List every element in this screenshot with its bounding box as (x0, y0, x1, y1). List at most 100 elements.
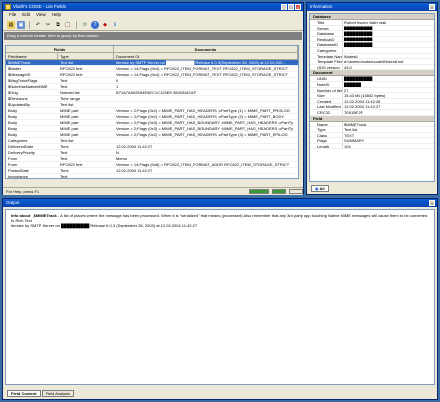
refresh-icon[interactable]: ⟳ (81, 21, 89, 29)
bookmark-icon[interactable]: ◆ (101, 21, 109, 29)
main-titlebar[interactable]: Vlaith's CODE - List Fields _ □ × (3, 3, 303, 11)
copy-icon[interactable]: ⧉ (54, 21, 62, 29)
property-key: Length (317, 143, 330, 149)
fields-grid: Fields Documents Fieldname Type Document… (5, 45, 299, 179)
open-icon[interactable]: ▤ (7, 20, 15, 29)
menu-view[interactable]: View (36, 11, 46, 19)
property-key: Template Filename (317, 59, 342, 64)
property-key: Server (317, 25, 329, 31)
property-value: ██████████ (342, 36, 434, 42)
cell-value (114, 102, 298, 107)
tab-field-analysis[interactable]: Field Analysis (41, 390, 75, 397)
property-value: 12.02.2004 11:42:26 (342, 98, 434, 104)
main-status-area: For Help, press F1 (2, 180, 304, 195)
cell-type: Text (60, 156, 68, 161)
tab-field-content[interactable]: Field Content (7, 390, 41, 397)
property-value: d:\domino\notes\code\iNotes6.nsf (342, 59, 434, 64)
cell-fieldname: $MsgTrackFlags (8, 78, 38, 83)
info-close-button[interactable]: × (429, 4, 435, 10)
group-by-bar[interactable]: Drag a column header here to group by th… (4, 32, 302, 40)
output-line2: Itemize by SMTP Server on ██████████ Rel… (11, 223, 198, 228)
app-icon (5, 4, 11, 10)
cell-fieldname: DeliveryPriority (8, 150, 35, 155)
cell-value: Version = 2;Flags (0x3) = MIME_PART_HAS_… (116, 126, 293, 131)
info-property-grid: Database Title Robert Ilsoen Vaith mail Ser… (309, 13, 435, 182)
cell-value: 12.02.2004 11:42:27 (116, 144, 153, 149)
menu-file[interactable]: File (9, 11, 16, 19)
property-row[interactable]: Length 104 (310, 143, 434, 150)
close-button[interactable]: × (295, 4, 301, 10)
cell-type: MIME part (60, 114, 79, 119)
property-key: Created (317, 98, 332, 104)
output-close-button[interactable]: × (429, 200, 435, 206)
save-icon[interactable]: ▣ (17, 20, 25, 29)
property-key: Class (317, 132, 328, 138)
cell-value: Version = 2;Flags (0x2) = MIME_PART_HAS_… (116, 132, 288, 137)
output-window: Output × Info about _$MIMETrack - A list… (2, 198, 438, 400)
cell-fieldname: Importance (8, 174, 29, 179)
cell-value: Itemize by SMTP Server on ██████████ Rel… (116, 60, 287, 65)
cell-type: Text list (60, 102, 74, 107)
property-key: Database (317, 31, 335, 36)
property-key: Number of fields (317, 87, 342, 93)
cell-fieldname: Body (8, 114, 18, 119)
menu-help[interactable]: Help (52, 11, 61, 19)
info-titlebar[interactable]: Information × (307, 3, 437, 11)
output-titlebar[interactable]: Output × (3, 199, 437, 207)
cell-value: Version = 2;Flags (0x2) = MIME_PART_HAS_… (116, 108, 290, 113)
property-key: Type (317, 127, 326, 132)
grid-column-header: Fieldname Type Document 01 (6, 53, 298, 60)
property-value: SUMMARY (342, 138, 434, 143)
globe-icon: ◉ (315, 186, 319, 191)
cell-value: Memo (116, 156, 128, 161)
menu-edit[interactable]: Edit (22, 11, 30, 19)
property-key: DatabaseID (317, 42, 339, 47)
info-title: Information (310, 4, 333, 9)
cell-value: Version = 14;Flags (0x8) = RFC822_ITEM_F… (116, 162, 290, 167)
help-icon[interactable]: ? (91, 20, 99, 29)
status-panel-2 (272, 189, 286, 194)
cell-type: MIME part (60, 108, 79, 113)
property-key: Name (317, 121, 328, 127)
cell-type: Text (60, 84, 68, 89)
property-value: 7E61BF2F (342, 109, 434, 115)
cell-value: Version = 14;Flags (0x4) = RFC822_ITEM_F… (116, 66, 289, 71)
minimize-button[interactable]: _ (281, 4, 287, 10)
fields-group-header[interactable]: Fields (6, 46, 114, 52)
output-tabs: Field Content Field Analysis (7, 390, 75, 397)
output-description: - A list of places where the message has… (11, 213, 428, 223)
output-text-area[interactable]: Info about _$MIMETrack - A list of place… (5, 209, 435, 385)
undo-icon[interactable]: ↶ (34, 21, 42, 29)
info-icon[interactable]: ℹ (111, 21, 119, 29)
col-type[interactable]: Type (58, 53, 114, 59)
cell-fieldname: DeliveredDate (8, 144, 34, 149)
grid-group-header: Fields Documents (6, 46, 298, 53)
property-key: ODS version (317, 64, 340, 70)
cell-fieldname: Body (8, 126, 18, 131)
col-document[interactable]: Document 01 (114, 53, 298, 59)
table-row[interactable]: Importance Text (6, 174, 298, 179)
property-value: Text list (342, 127, 434, 132)
property-value: ██████ (342, 81, 434, 87)
cell-type: Time (60, 144, 69, 149)
cell-value: 1 (116, 84, 119, 89)
maximize-button[interactable]: □ (288, 4, 294, 10)
cell-value: Version = 14;Flags (0x4) = RFC822_ITEM_F… (116, 72, 289, 77)
tab-all[interactable]: ◉ All (311, 185, 329, 192)
property-key: Flags (317, 138, 327, 143)
cell-type: RFC822 text (60, 66, 83, 71)
property-value: 27 (342, 87, 434, 93)
cut-icon[interactable]: ✂ (44, 21, 52, 29)
property-key: Template Name (317, 53, 342, 59)
paste-icon[interactable]: 📋 (64, 21, 72, 29)
output-title: Output (6, 200, 20, 205)
col-fieldname[interactable]: Fieldname (6, 53, 58, 59)
cell-type: Text (60, 174, 68, 179)
cell-type: MIME part (60, 126, 79, 131)
property-value: 12.02.2004 11:42:27 (342, 104, 434, 109)
documents-group-header[interactable]: Documents (114, 46, 298, 52)
property-key: CRC32 (317, 109, 331, 115)
cell-fieldname: $MIMETrack (8, 60, 31, 65)
cell-fieldname: Body (8, 108, 18, 113)
property-value: 104 (342, 143, 434, 149)
